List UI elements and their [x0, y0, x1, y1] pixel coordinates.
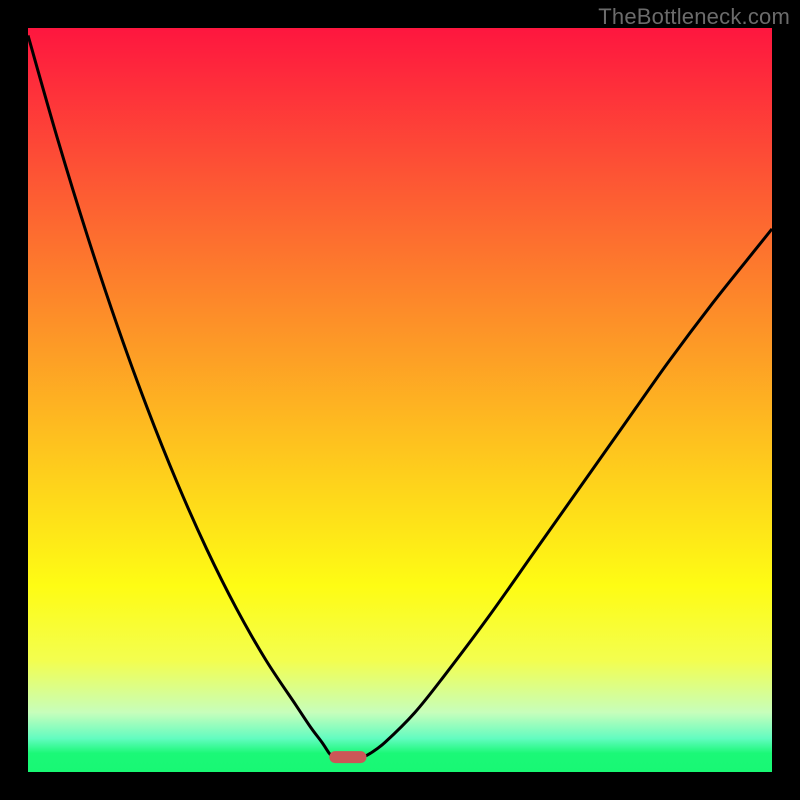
bottleneck-curve-chart [28, 28, 772, 772]
chart-frame [28, 28, 772, 772]
gradient-background [28, 28, 772, 772]
watermark-text: TheBottleneck.com [598, 4, 790, 30]
bottom-pill-marker [329, 751, 366, 763]
